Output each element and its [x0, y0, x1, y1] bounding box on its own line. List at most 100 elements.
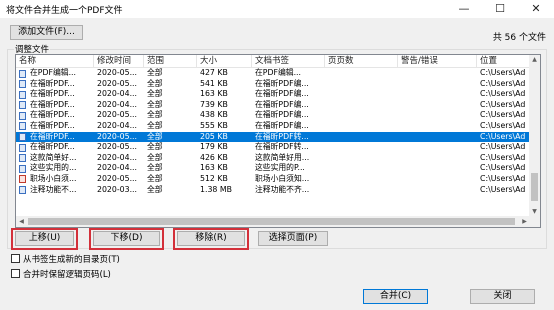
cell-pages: [325, 132, 398, 143]
cell-name: 这款简单好...: [30, 152, 77, 162]
table-row[interactable]: 在福昕PDF... 2020-05... 全部 179 KB 在福昕PDF转... C:\…: [16, 142, 530, 153]
toc-from-bookmarks-option[interactable]: 从书签生成新的目录页(T): [11, 253, 120, 265]
table-row[interactable]: 在福昕PDF... 2020-04... 全部 163 KB 在福昕PDF编... C:\…: [16, 89, 530, 100]
cell-modified: 2020-04...: [97, 120, 138, 130]
horizontal-scroll-thumb[interactable]: [28, 218, 515, 225]
cell-bookmark: 在福昕PDF编...: [255, 110, 309, 120]
table-row[interactable]: 职场小白须... 2020-05... 全部 512 KB 职场小白须知... C:\Us…: [16, 174, 530, 185]
cell-name: 在福昕PDF...: [30, 89, 75, 99]
cell-location: C:\Users\Ad: [480, 184, 526, 194]
close-icon[interactable]: ✕: [518, 0, 554, 18]
cell-name: 职场小白须...: [30, 173, 77, 183]
table-row[interactable]: 在福昕PDF... 2020-05... 全部 205 KB 在福昕PDF转... C:\…: [16, 131, 530, 143]
table-row[interactable]: 这些实用的... 2020-04... 全部 163 KB 这些实用的P... C:\Us…: [16, 163, 530, 174]
cell-modified: 2020-05...: [97, 173, 138, 183]
list-header: 名称 修改时间 范围 大小 文档书签 页页数 警告/错误 位置: [16, 55, 530, 68]
column-header-modified[interactable]: 修改时间: [94, 55, 144, 68]
cell-warning: [398, 110, 477, 121]
column-header-warning[interactable]: 警告/错误: [398, 55, 477, 68]
scroll-corner: [529, 216, 540, 227]
column-header-size[interactable]: 大小: [197, 55, 252, 68]
cell-size: 163 KB: [200, 89, 228, 99]
scroll-up-icon[interactable]: ▲: [529, 56, 540, 63]
cell-bookmark: 这些实用的P...: [255, 163, 305, 173]
cell-name: 在福昕PDF...: [30, 131, 75, 141]
table-row[interactable]: 注释功能不... 2020-03... 全部 1.38 MB 注释功能不齐... C:\U…: [16, 185, 530, 196]
cell-size: 427 KB: [200, 68, 228, 77]
scroll-left-icon[interactable]: ◀: [16, 218, 27, 225]
column-header-range[interactable]: 范围: [144, 55, 197, 68]
column-header-location[interactable]: 位置: [477, 55, 530, 68]
cell-bookmark: 在福昕PDF转...: [255, 131, 309, 141]
cell-location: C:\Users\Ad: [480, 120, 526, 130]
cell-warning: [398, 79, 477, 90]
table-row[interactable]: 在福昕PDF... 2020-05... 全部 541 KB 在福昕PDF编... C:\…: [16, 79, 530, 90]
cell-bookmark: 在福昕PDF编...: [255, 89, 309, 99]
cell-bookmark: 在福昕PDF编...: [255, 99, 309, 109]
cell-pages: [325, 163, 398, 174]
table-row[interactable]: 在福昕PDF... 2020-04... 全部 555 KB 在福昕PDF编... C:\…: [16, 121, 530, 132]
cell-modified: 2020-04...: [97, 89, 138, 99]
keep-logical-page-numbers-checkbox[interactable]: [11, 269, 20, 278]
cell-range: 全部: [147, 184, 163, 194]
minimize-icon[interactable]: —: [446, 0, 482, 18]
cell-modified: 2020-05...: [97, 142, 138, 152]
cell-name: 在福昕PDF...: [30, 99, 75, 109]
cell-range: 全部: [147, 89, 163, 99]
table-row[interactable]: 在福昕PDF... 2020-05... 全部 438 KB 在福昕PDF编... C:\…: [16, 110, 530, 121]
keep-logical-page-numbers-option[interactable]: 合并时保留逻辑页码(L): [11, 268, 111, 280]
maximize-icon[interactable]: ☐: [482, 0, 518, 18]
cell-pages: [325, 79, 398, 90]
column-header-name[interactable]: 名称: [16, 55, 94, 68]
file-list[interactable]: 名称 修改时间 范围 大小 文档书签 页页数 警告/错误 位置 在PDF编辑..…: [15, 54, 541, 228]
cell-warning: [398, 163, 477, 174]
remove-button[interactable]: 移除(R): [177, 231, 245, 246]
cell-modified: 2020-04...: [97, 99, 138, 109]
close-button[interactable]: 关闭: [470, 289, 535, 304]
cell-modified: 2020-05...: [97, 110, 138, 120]
cell-size: 438 KB: [200, 110, 228, 120]
vertical-scroll-thumb[interactable]: [531, 173, 538, 201]
column-header-pages[interactable]: 页页数: [325, 55, 398, 68]
cell-warning: [398, 89, 477, 100]
cell-location: C:\Users\Ad: [480, 152, 526, 162]
move-down-button[interactable]: 下移(D): [93, 231, 160, 246]
cell-location: C:\Users\Ad: [480, 78, 526, 88]
cell-warning: [398, 174, 477, 185]
cell-modified: 2020-05...: [97, 68, 138, 77]
cell-name: 在福昕PDF...: [30, 110, 75, 120]
toc-from-bookmarks-checkbox[interactable]: [11, 254, 20, 263]
horizontal-scrollbar[interactable]: ◀ ▶: [16, 216, 530, 227]
cell-pages: [325, 89, 398, 100]
scroll-down-icon[interactable]: ▼: [529, 208, 540, 215]
cell-bookmark: 在福昕PDF转...: [255, 142, 309, 152]
cell-pages: [325, 100, 398, 111]
table-row[interactable]: 这款简单好... 2020-04... 全部 426 KB 这款简单好用... C:\Us…: [16, 153, 530, 164]
cell-size: 205 KB: [200, 131, 228, 141]
cell-location: C:\Users\Ad: [480, 89, 526, 99]
cell-name: 注释功能不...: [30, 184, 77, 194]
cell-range: 全部: [147, 163, 163, 173]
cell-modified: 2020-04...: [97, 152, 138, 162]
column-header-bookmark[interactable]: 文档书签: [252, 55, 325, 68]
merge-button[interactable]: 合并(C): [363, 289, 428, 304]
cell-size: 555 KB: [200, 120, 228, 130]
cell-pages: [325, 185, 398, 196]
cell-location: C:\Users\Ad: [480, 131, 526, 141]
cell-bookmark: 注释功能不齐...: [255, 184, 310, 194]
cell-warning: [398, 100, 477, 111]
title-bar: 将文件合并生成一个PDF文件 — ☐ ✕: [0, 0, 554, 18]
add-file-button[interactable]: 添加文件(F)...: [10, 25, 83, 40]
move-up-button[interactable]: 上移(U): [15, 231, 74, 246]
cell-pages: [325, 153, 398, 164]
table-row[interactable]: 在福昕PDF... 2020-04... 全部 739 KB 在福昕PDF编... C:\…: [16, 100, 530, 111]
cell-size: 179 KB: [200, 142, 228, 152]
cell-pages: [325, 68, 398, 79]
vertical-scrollbar[interactable]: ▲ ▼: [529, 55, 540, 216]
cell-pages: [325, 174, 398, 185]
cell-size: 512 KB: [200, 173, 228, 183]
cell-range: 全部: [147, 68, 163, 77]
cell-size: 426 KB: [200, 152, 228, 162]
table-row[interactable]: 在PDF编辑... 2020-05... 全部 427 KB 在PDF编辑... C:\U…: [16, 68, 530, 79]
select-pages-button[interactable]: 选择页面(P): [258, 231, 328, 246]
